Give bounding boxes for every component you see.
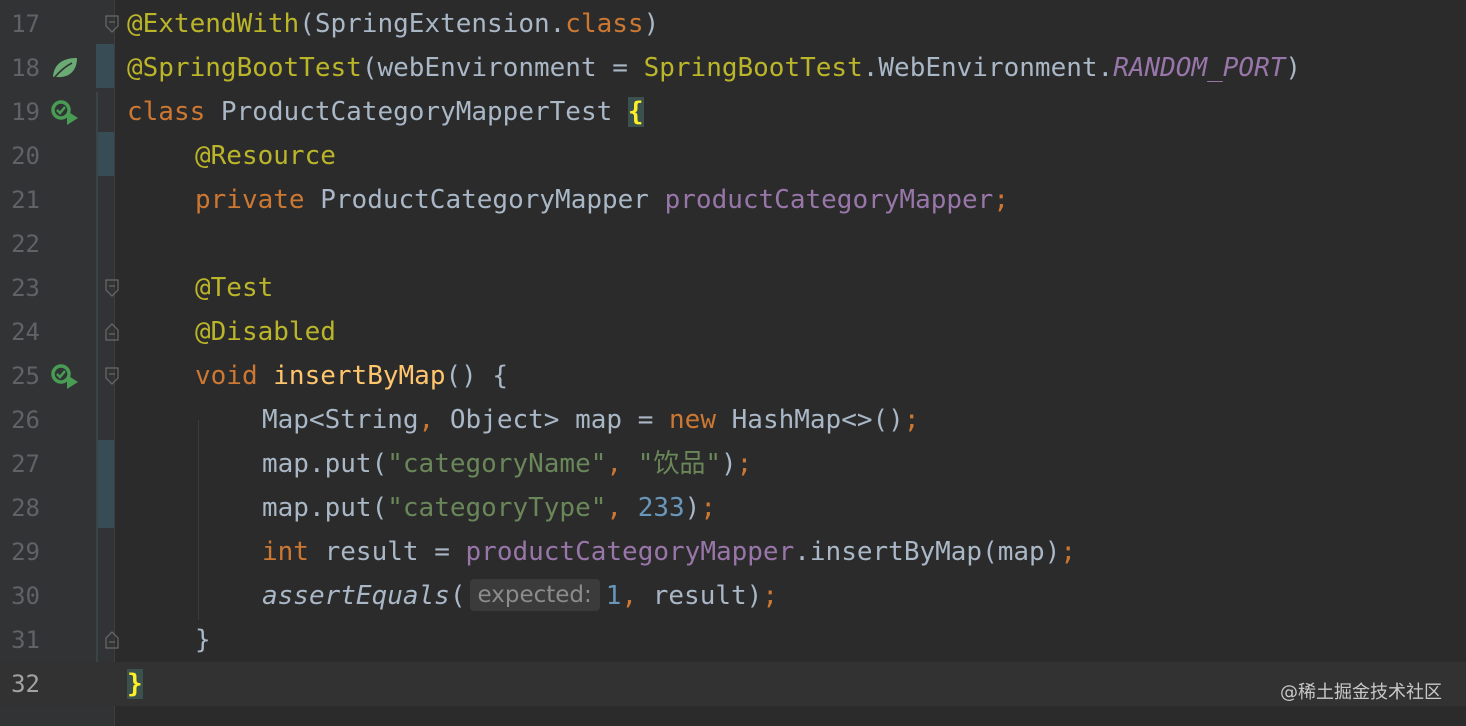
line-number: 21 [11,186,40,214]
code-line-32[interactable]: 32 } [0,662,1466,706]
code-text: @Disabled [195,317,336,347]
code-line-17[interactable]: 17 @ExtendWith(SpringExtension.class) [0,2,1466,46]
code-line-18[interactable]: 18 @SpringBootTest(webEnvironment = Spri… [0,46,1466,90]
parameter-hint: expected: [469,579,600,611]
line-number: 31 [11,626,40,654]
code-text: } [127,662,143,706]
code-line-29[interactable]: 29 int result = productCategoryMapper.in… [0,530,1466,574]
fold-marker-icon[interactable] [105,631,119,649]
line-number: 27 [11,450,40,478]
code-line-27[interactable]: 27 map.put("categoryName", "饮品"); [0,442,1466,486]
code-line-25[interactable]: 25 void insertByMap() { [0,354,1466,398]
spring-leaf-icon[interactable] [50,55,80,81]
code-line-24[interactable]: 24 @Disabled [0,310,1466,354]
code-line-22[interactable]: 22 [0,222,1466,266]
matched-brace: { [627,97,644,127]
fold-marker-icon[interactable] [105,323,119,341]
code-line-20[interactable]: 20 @Resource [0,134,1466,178]
line-number: 19 [11,98,40,126]
code-line-23[interactable]: 23 @Test [0,266,1466,310]
line-number: 30 [11,582,40,610]
line-number: 18 [11,54,40,82]
code-line-28[interactable]: 28 map.put("categoryType", 233); [0,486,1466,530]
code-text: map.put("categoryType", 233); [262,493,716,523]
fold-marker-icon[interactable] [105,367,119,385]
line-number: 25 [11,362,40,390]
code-text: private ProductCategoryMapper productCat… [195,185,1009,215]
fold-marker-icon[interactable] [105,15,119,33]
line-number: 29 [11,538,40,566]
code-line-31[interactable]: 31 } [0,618,1466,662]
code-line-21[interactable]: 21 private ProductCategoryMapper product… [0,178,1466,222]
line-number: 24 [11,318,40,346]
code-line-19[interactable]: 19 class ProductCategoryMapperTest { [0,90,1466,134]
code-text: } [195,625,211,655]
code-text: @ExtendWith(SpringExtension.class) [127,9,660,39]
matched-brace: } [127,669,143,699]
line-number: 22 [11,230,40,258]
run-test-icon[interactable] [50,99,80,125]
code-text: @Resource [195,141,336,171]
code-text: int result = productCategoryMapper.inser… [262,537,1077,567]
code-text: assertEquals(expected: 1, result); [262,579,778,611]
code-text: Map<String, Object> map = new HashMap<>(… [262,405,920,435]
watermark: @稀土掘金技术社区 [1280,682,1442,703]
code-line-26[interactable]: 26 Map<String, Object> map = new HashMap… [0,398,1466,442]
line-number: 17 [11,10,40,38]
code-text: @Test [195,273,274,303]
line-number: 20 [11,142,40,170]
run-test-icon[interactable] [50,363,80,389]
line-number: 28 [11,494,40,522]
line-number: 26 [11,406,40,434]
code-text: class ProductCategoryMapperTest { [127,97,644,127]
line-number: 32 [11,670,40,698]
code-text: void insertByMap() { [195,361,509,391]
code-text: map.put("categoryName", "饮品"); [262,449,753,479]
code-text: @SpringBootTest(webEnvironment = SpringB… [127,53,1302,83]
line-number: 23 [11,274,40,302]
code-line-30[interactable]: 30 assertEquals(expected: 1, result); [0,574,1466,618]
fold-marker-icon[interactable] [105,279,119,297]
